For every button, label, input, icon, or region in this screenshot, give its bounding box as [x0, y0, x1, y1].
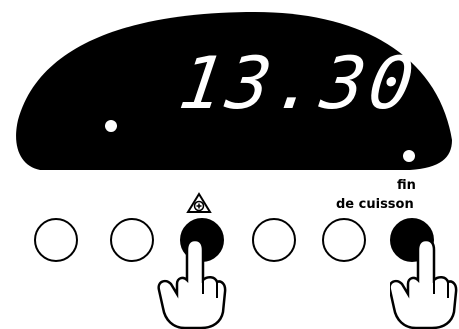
button-2[interactable]: [110, 218, 154, 262]
indicator-dot-right: [403, 150, 415, 162]
clock-display: 13.30: [174, 41, 423, 125]
oven-timer-panel: 13.30 fin de cuisson: [0, 0, 459, 329]
end-label-line1: fin: [397, 178, 416, 193]
pointing-hand-icon: [157, 238, 227, 329]
pointing-hand-icon-right: [390, 238, 458, 329]
plus-triangle-icon: [186, 192, 212, 213]
button-1[interactable]: [34, 218, 78, 262]
button-4[interactable]: [252, 218, 296, 262]
indicator-dot-left: [105, 120, 117, 132]
end-label-line2: de cuisson: [336, 197, 414, 212]
button-5[interactable]: [322, 218, 366, 262]
